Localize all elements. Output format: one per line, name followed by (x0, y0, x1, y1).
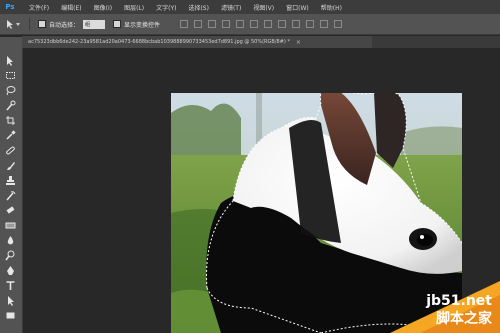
show-transform-label: 显示变换控件 (124, 21, 161, 29)
watermark-name: 脚本之家 (436, 311, 492, 327)
align-vcenter-icon[interactable] (194, 20, 203, 28)
move-tool-preset-icon[interactable] (5, 17, 25, 31)
crop-tool-icon[interactable] (5, 115, 16, 126)
tools-panel (0, 37, 23, 333)
distribute-vcenter-icon[interactable] (278, 20, 287, 28)
move-tool-icon[interactable] (5, 55, 16, 66)
healing-brush-tool-icon[interactable] (5, 145, 16, 156)
distribute-left-icon[interactable] (306, 20, 315, 28)
lasso-tool-icon[interactable] (5, 85, 16, 96)
dodge-tool-icon[interactable] (5, 250, 16, 261)
align-right-icon[interactable] (250, 20, 259, 28)
distribute-top-icon[interactable] (264, 20, 273, 28)
align-bottom-icon[interactable] (208, 20, 217, 28)
align-left-icon[interactable] (222, 20, 231, 28)
menu-bar: Ps 文件(F) 编辑(E) 图像(I) 图层(L) 文字(Y) 选择(S) 滤… (0, 0, 500, 14)
auto-select-checkbox[interactable] (38, 20, 46, 28)
document-tab[interactable]: ac75323dbb6de242-23a9581ad20a0473-6688bc… (22, 36, 372, 48)
type-tool-icon[interactable] (5, 280, 16, 291)
brush-tool-icon[interactable] (5, 160, 16, 171)
separator (29, 18, 30, 30)
menu-select[interactable]: 选择(S) (188, 3, 209, 12)
menu-type[interactable]: 文字(Y) (156, 3, 176, 12)
align-buttons (174, 20, 343, 28)
distribute-bottom-icon[interactable] (292, 20, 301, 28)
quick-selection-tool-icon[interactable] (5, 100, 16, 111)
rectangle-tool-icon[interactable] (5, 310, 16, 321)
menu-filter[interactable]: 滤镜(T) (221, 3, 241, 12)
align-hcenter-icon[interactable] (236, 20, 245, 28)
options-bar: 自动选择： 组 显示变换控件 (0, 14, 500, 35)
menu-image[interactable]: 图像(I) (94, 3, 112, 12)
history-brush-tool-icon[interactable] (5, 190, 16, 201)
auto-select-dropdown[interactable]: 组 (83, 19, 106, 29)
watermark-site: jb51.net (426, 293, 492, 309)
document-tab-bar: ac75323dbb6de242-23a9581ad20a0473-6688bc… (22, 36, 500, 48)
menu-file[interactable]: 文件(F) (29, 3, 49, 12)
watermark: jb51.net 脚本之家 (350, 281, 500, 333)
gradient-tool-icon[interactable] (5, 220, 16, 231)
document-tab-title: ac75323dbb6de242-23a9581ad20a0473-6688bc… (28, 39, 290, 45)
auto-select-label: 自动选择： (49, 21, 80, 29)
menu-layer[interactable]: 图层(L) (124, 3, 144, 12)
path-selection-tool-icon[interactable] (5, 295, 16, 306)
align-top-icon[interactable] (180, 20, 189, 28)
menu-help[interactable]: 帮助(H) (321, 3, 342, 12)
menu-edit[interactable]: 编辑(E) (61, 3, 81, 12)
eyedropper-tool-icon[interactable] (5, 130, 16, 141)
clone-stamp-tool-icon[interactable] (5, 175, 16, 186)
eraser-tool-icon[interactable] (5, 205, 16, 216)
show-transform-checkbox[interactable] (113, 20, 122, 28)
close-tab-icon[interactable]: × (296, 39, 301, 46)
menu-window[interactable]: 窗口(W) (286, 3, 309, 12)
photoshop-logo: Ps (5, 3, 15, 11)
menu-view[interactable]: 视图(V) (253, 3, 274, 12)
marquee-tool-icon[interactable] (5, 70, 16, 81)
pen-tool-icon[interactable] (5, 265, 16, 276)
distribute-hcenter-icon[interactable] (320, 20, 329, 28)
distribute-right-icon[interactable] (334, 20, 343, 28)
blur-tool-icon[interactable] (5, 235, 16, 246)
